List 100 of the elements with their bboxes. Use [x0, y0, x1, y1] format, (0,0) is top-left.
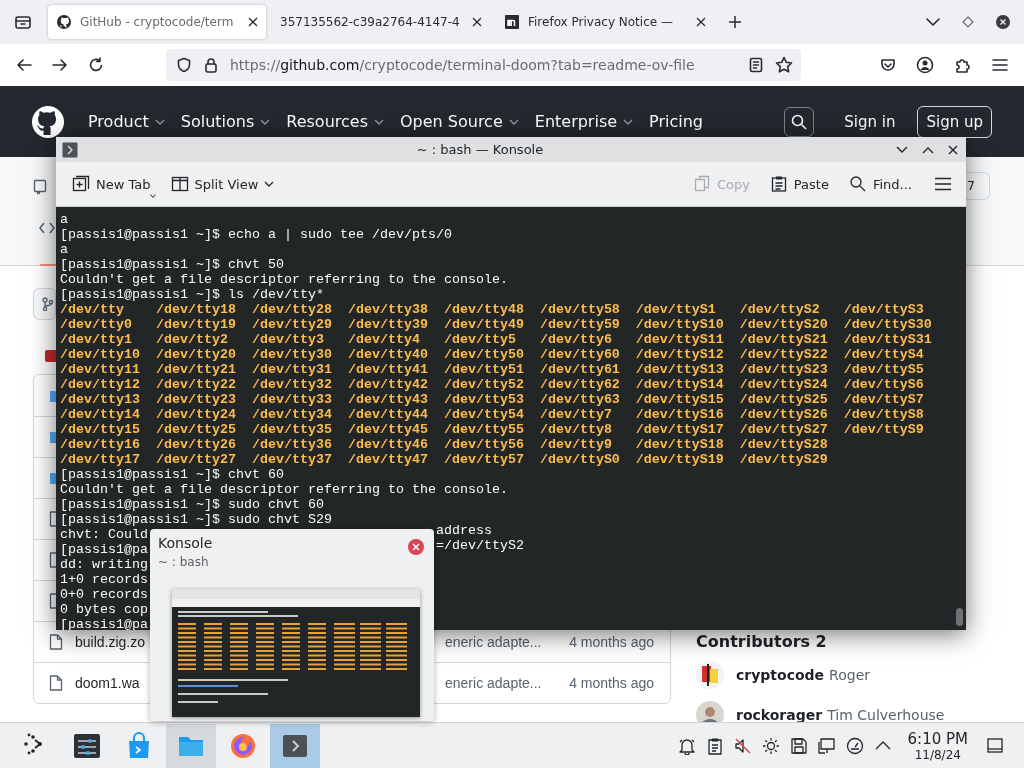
terminal-line: /dev/tty /dev/tty18 /dev/tty28 /dev/tty38 /dev/tty48 /dev/tty58 /dev/ttyS1 /dev/ttyS2 /dev/ttyS3 [60, 302, 924, 317]
m-logo-icon [504, 14, 520, 30]
terminal-line: /dev/tty12 /dev/tty22 /dev/tty32 /dev/tty42 /dev/tty52 /dev/tty62 /dev/ttyS14 /dev/ttyS24 /dev/ttyS6 [60, 377, 924, 392]
terminal-line: [passis1@pa [60, 617, 148, 630]
file-icon [49, 552, 56, 568]
terminal-icon[interactable] [62, 141, 78, 158]
close-icon[interactable] [696, 17, 706, 27]
settings-app-icon [73, 731, 101, 760]
network-icon[interactable] [817, 736, 836, 755]
nav-menu-item[interactable]: Solutions [180, 112, 271, 131]
terminal-line: /dev/tty14 /dev/tty24 /dev/tty34 /dev/tty44 /dev/tty54 /dev/tty7 /dev/ttyS16 /dev/ttyS26 /dev/ttyS8 [60, 407, 924, 422]
file-name-link[interactable]: doom1.wa [75, 675, 140, 691]
browser-tab[interactable]: Firefox Privacy Notice — [496, 5, 714, 39]
caret-icon [264, 181, 275, 187]
taskbar-button[interactable] [270, 723, 320, 768]
url-text: https://github.com/cryptocode/terminal-doom?tab=readme-ov-file [230, 57, 695, 73]
tab-list-icon[interactable] [14, 14, 32, 30]
terminal-line: address [436, 523, 492, 538]
terminal-line: /dev/tty10 /dev/tty20 /dev/tty30 /dev/tty40 /dev/tty50 /dev/tty60 /dev/ttyS12 /dev/ttyS22 /dev/ttyS4 [60, 347, 924, 362]
terminal-line: [passis1@passis1 ~]$ sudo chvt 60 [60, 497, 324, 512]
sign-in-link[interactable]: Sign in [844, 112, 896, 131]
commit-message-link[interactable]: eneric adapte... [445, 675, 542, 691]
file-icon [49, 593, 56, 609]
account-icon[interactable] [916, 56, 934, 74]
preview-title: Konsole [158, 535, 214, 551]
terminal-line: =/dev/ttyS2 [436, 538, 524, 553]
terminal-line: [passis1@passis1 ~]$ ls /dev/tty* [60, 287, 324, 302]
minimize-icon[interactable] [896, 145, 908, 154]
star-icon[interactable] [775, 56, 793, 74]
terminal-line: /dev/tty15 /dev/tty25 /dev/tty35 /dev/tty45 /dev/tty55 /dev/tty8 /dev/ttyS17 /dev/ttyS27 /dev/ttyS9 [60, 422, 924, 437]
terminal-line: /dev/tty0 /dev/tty19 /dev/tty29 /dev/tty39 /dev/tty49 /dev/tty59 /dev/ttyS10 /dev/ttyS20 /dev/ttyS30 [60, 317, 932, 332]
diamond-icon[interactable] [962, 16, 974, 28]
terminal-line: [passis1@passis1 ~]$ sudo chvt S29 [60, 512, 332, 527]
split-view-icon [170, 175, 189, 193]
toolbar-button[interactable]: New Tab [72, 175, 151, 193]
scrollbar-thumb[interactable] [956, 608, 963, 626]
reader-view-icon[interactable] [749, 57, 763, 73]
terminal-line: 0 bytes cop [60, 602, 148, 617]
terminal-line: /dev/tty11 /dev/tty21 /dev/tty31 /dev/tty41 /dev/tty51 /dev/tty61 /dev/ttyS13 /dev/ttyS23 /dev/ttyS5 [60, 362, 924, 377]
close-icon[interactable] [472, 17, 482, 27]
clock-time[interactable]: 6:10 PM [907, 729, 968, 748]
caret-icon[interactable] [926, 18, 940, 26]
shield-icon[interactable] [176, 57, 192, 73]
terminal-line: a [60, 212, 68, 227]
nav-menu-item[interactable]: Pricing [649, 112, 703, 131]
browser-tab[interactable]: 357135562-c39a2764-4147-4 [272, 5, 490, 39]
toolbar-button[interactable]: Split View [170, 175, 281, 193]
contributor-link[interactable]: cryptocode [736, 667, 825, 683]
new-tab-icon[interactable] [728, 15, 742, 29]
close-icon[interactable] [996, 15, 1010, 29]
contributor-name: Roger [829, 667, 871, 683]
preview-subtitle: ~ : bash [158, 555, 210, 569]
github-logo-icon[interactable] [32, 105, 64, 138]
address-bar[interactable]: https://github.com/cryptocode/terminal-doom?tab=readme-ov-file [166, 49, 801, 81]
menu-icon[interactable] [992, 58, 1008, 72]
bell-icon[interactable] [677, 736, 696, 755]
clipboard-icon[interactable] [705, 736, 724, 755]
caret-icon [260, 118, 271, 125]
search-icon [791, 113, 808, 130]
commit-age: 4 months ago [569, 634, 654, 650]
branch-button[interactable] [33, 288, 56, 320]
menu-icon[interactable] [934, 177, 952, 191]
gauge-icon[interactable] [845, 736, 864, 755]
firefox-icon [229, 731, 257, 760]
clock-date[interactable]: 11/8/24 [914, 747, 961, 762]
lock-icon[interactable] [204, 57, 218, 73]
brightness-icon[interactable] [761, 736, 780, 755]
puzzle-icon[interactable] [954, 56, 972, 74]
terminal-line: chvt: Could [60, 527, 148, 542]
pocket-icon[interactable] [880, 57, 896, 73]
branch-icon [42, 297, 54, 311]
nav-menu-item[interactable]: Open Source [400, 112, 519, 131]
close-icon[interactable] [248, 17, 258, 27]
file-icon [49, 511, 56, 527]
muted-speaker-icon[interactable] [733, 736, 752, 755]
terminal-line: Couldn't get a file descriptor referring to the console. [60, 272, 508, 287]
caret-icon [508, 118, 519, 125]
avatar-icon[interactable] [696, 661, 724, 689]
file-name-link[interactable]: build.zig.zo [75, 634, 146, 650]
nav-menu-item[interactable]: Resources [286, 112, 384, 131]
terminal-line: a [60, 242, 68, 257]
show-desktop-icon[interactable] [986, 736, 1004, 755]
terminal-line: [passis1@passis1 ~]$ chvt 50 [60, 257, 284, 272]
new-tab-icon [72, 175, 90, 193]
terminal-line: 0+0 records [60, 587, 148, 602]
forward-icon[interactable] [52, 57, 68, 73]
code-icon[interactable] [39, 222, 55, 234]
search-button[interactable] [784, 106, 815, 137]
commit-message-link[interactable]: eneric adapte... [445, 634, 542, 650]
toolbar-button[interactable]: Paste [769, 175, 829, 193]
reload-icon[interactable] [88, 57, 104, 73]
nav-menu-item[interactable]: Enterprise [534, 112, 634, 131]
browser-tab[interactable]: GitHub - cryptocode/term [48, 5, 266, 39]
nav-menu-item[interactable]: Product [88, 112, 165, 131]
octocat-icon [56, 14, 72, 30]
file-icon [49, 634, 63, 650]
back-icon[interactable] [16, 57, 32, 73]
close-icon[interactable] [948, 144, 958, 155]
toolbar-button[interactable]: Find... [848, 175, 912, 193]
maximize-icon[interactable] [922, 145, 934, 154]
